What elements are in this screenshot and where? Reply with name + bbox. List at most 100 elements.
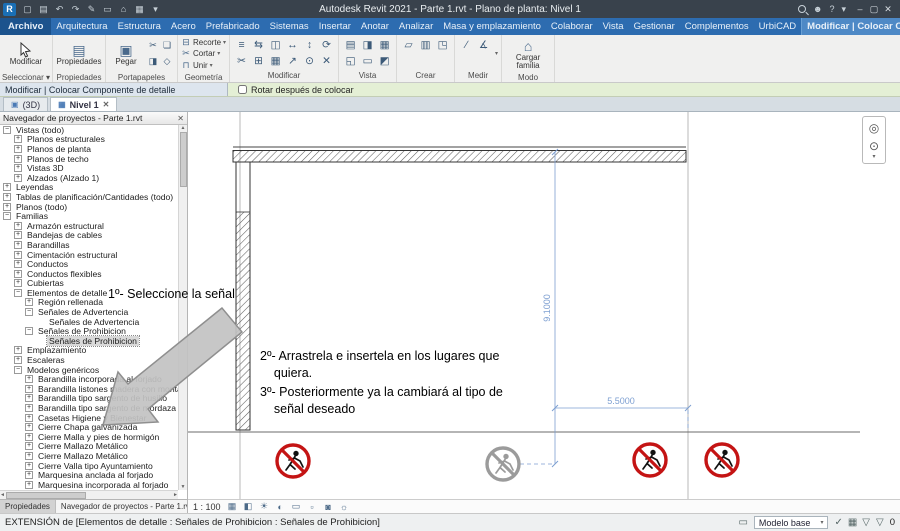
crear-tool-2[interactable]: ▥ (417, 37, 434, 53)
qat-icon-1[interactable]: ▢ (20, 2, 35, 16)
prohibition-sign-4-red[interactable] (706, 444, 738, 476)
filter-icon[interactable]: ▽ (876, 517, 884, 528)
ribbon-tab-estructura[interactable]: Estructura (113, 18, 166, 35)
panel-label-propiedades[interactable]: Propiedades (53, 73, 105, 83)
minimize-button[interactable]: – (853, 4, 867, 15)
tree-expand-plus-icon[interactable]: + (14, 270, 22, 278)
tree-item-planos-estructurales[interactable]: +Planos estructurales (0, 135, 178, 145)
scroll-right-icon[interactable]: ► (173, 492, 178, 498)
tree-expand-plus-icon[interactable]: + (14, 231, 22, 239)
tree-expand-plus-icon[interactable]: + (14, 174, 22, 182)
browser-horizontal-scrollbar[interactable]: ◄ ► (0, 490, 178, 499)
scroll-left-icon[interactable]: ◄ (0, 492, 5, 498)
zoom-dropdown-icon[interactable]: ▾ (872, 155, 875, 161)
view-tab-3d[interactable]: ▣(3D) (3, 97, 48, 111)
status-icon-3[interactable]: ▽ (862, 517, 870, 528)
tree-item-cierre-malla-y-pies-de-hormig-n[interactable]: +Cierre Malla y pies de hormigón (0, 432, 178, 442)
modify-tool-12[interactable]: ✕ (318, 53, 335, 69)
tree-expand-minus-icon[interactable]: − (3, 126, 11, 134)
tree-item-cierre-mallazo-met-lico[interactable]: +Cierre Mallazo Metálico (0, 451, 178, 461)
close-icon[interactable]: ✕ (103, 100, 110, 109)
modify-tool-4[interactable]: ↔ (284, 37, 301, 53)
tree-expand-plus-icon[interactable]: + (25, 481, 33, 489)
tree-expand-plus-icon[interactable]: + (25, 423, 33, 431)
steering-wheel-icon[interactable]: ◎ (864, 119, 884, 137)
qat-icon-6[interactable]: ▭ (100, 2, 115, 16)
panel-label-medir[interactable]: Medir (455, 71, 501, 82)
tree-expand-plus-icon[interactable]: + (14, 279, 22, 287)
ribbon-tab-arquitectura[interactable]: Arquitectura (51, 18, 112, 35)
tree-item-familias[interactable]: −Familias (0, 211, 178, 221)
tree-item-emplazamiento[interactable]: +Emplazamiento (0, 346, 178, 356)
tree-item-armaz-n-estructural[interactable]: +Armazón estructural (0, 221, 178, 231)
tree-expand-minus-icon[interactable]: − (25, 327, 33, 335)
ribbon-tab-masa-y-emplazamiento[interactable]: Masa y emplazamiento (438, 18, 546, 35)
qat-icon-9[interactable]: ▾ (148, 2, 163, 16)
tree-item-marquesina-incorporada-al-forjado[interactable]: +Marquesina incorporada al forjado (0, 480, 178, 490)
qat-icon-8[interactable]: ▦ (132, 2, 147, 16)
tree-item-cimentaci-n-estructural[interactable]: +Cimentación estructural (0, 250, 178, 260)
modify-tool-7[interactable]: ✂ (233, 53, 250, 69)
ribbon-tab-complementos[interactable]: Complementos (680, 18, 754, 35)
tree-item-barandilla-tipo-sargento-de-mordaza[interactable]: +Barandilla tipo sargento de mordaza (0, 403, 178, 413)
tree-item-barandilla-incorporada-al-forjado[interactable]: +Barandilla incorporada al forjado (0, 374, 178, 384)
tree-expand-plus-icon[interactable]: + (25, 385, 33, 393)
qat-icon-7[interactable]: ⌂ (116, 2, 131, 16)
modify-tool-9[interactable]: ▦ (267, 53, 284, 69)
modify-tool-8[interactable]: ⊞ (250, 53, 267, 69)
panel-label-modo[interactable]: Modo (502, 73, 554, 83)
tree-expand-plus-icon[interactable]: + (25, 298, 33, 306)
ribbon-tab-archivo[interactable]: Archivo (0, 18, 51, 35)
tree-item-marquesina-anclada-al-forjado[interactable]: +Marquesina anclada al forjado (0, 470, 178, 480)
panel-label-portapapeles[interactable]: Portapapeles (106, 73, 177, 83)
tree-expand-plus-icon[interactable]: + (14, 222, 22, 230)
search-icon[interactable] (798, 5, 806, 13)
tree-item-planos-de-techo[interactable]: +Planos de techo (0, 154, 178, 164)
viewbar-tool-8[interactable]: ☼ (338, 501, 351, 513)
medir-tool-1[interactable]: ∕ (458, 37, 475, 53)
tree-expand-plus-icon[interactable]: + (25, 414, 33, 422)
vista-tool-4[interactable]: ◱ (342, 53, 359, 69)
ribbon-tab-vista[interactable]: Vista (598, 18, 629, 35)
tree-item-barandilla-listones-madera-con-montantes-inc[interactable]: +Barandilla listones madera con montante… (0, 384, 178, 394)
modify-tool-2[interactable]: ⇆ (250, 37, 267, 53)
load-family-button[interactable]: ⌂ Cargar familia (505, 37, 551, 71)
tree-expand-minus-icon[interactable]: − (14, 289, 22, 297)
measure-dropdown-icon[interactable]: ▾ (495, 50, 498, 57)
viewbar-tool-1[interactable]: ▦ (226, 501, 239, 513)
ribbon-tab-acero[interactable]: Acero (166, 18, 201, 35)
project-browser-header[interactable]: Navegador de proyectos - Parte 1.rvt ✕ (0, 112, 187, 125)
properties-button[interactable]: ▤ Propiedades (56, 37, 102, 71)
help-icon[interactable]: ? (829, 4, 834, 14)
modify-button[interactable]: Modificar (3, 37, 49, 71)
wall-top[interactable] (233, 147, 686, 162)
tree-item-se-ales-de-prohibicion[interactable]: −Señales de Prohibicion (0, 326, 178, 336)
ribbon-tab-insertar[interactable]: Insertar (314, 18, 356, 35)
tree-item-barandilla-tipo-sargento-de-husillo[interactable]: +Barandilla tipo sargento de husillo (0, 394, 178, 404)
tree-item-bandejas-de-cables[interactable]: +Bandejas de cables (0, 231, 178, 241)
tree-item-vistas-todo[interactable]: −Vistas (todo) (0, 125, 178, 135)
qat-icon-2[interactable]: ▤ (36, 2, 51, 16)
geometry-recorte[interactable]: ⊟Recorte▾ (181, 37, 226, 48)
tree-expand-plus-icon[interactable]: + (25, 471, 33, 479)
vista-tool-3[interactable]: ▦ (376, 37, 393, 53)
clipboard-tool-3[interactable]: ◨ (146, 53, 160, 69)
qat-icon-5[interactable]: ✎ (84, 2, 99, 16)
dim-horizontal-value[interactable]: 5.5000 (607, 396, 635, 406)
panel-label-geometria[interactable]: Geometría (178, 73, 229, 83)
tree-expand-plus-icon[interactable]: + (14, 260, 22, 268)
tree-item-planos-todo[interactable]: +Planos (todo) (0, 202, 178, 212)
tree-expand-plus-icon[interactable]: + (14, 251, 22, 259)
modify-tool-6[interactable]: ⟳ (318, 37, 335, 53)
geometry-unir[interactable]: ⊓Unir▾ (181, 60, 213, 71)
tree-item-se-ales-de-advertencia[interactable]: −Señales de Advertencia (0, 307, 178, 317)
ribbon-tab-anotar[interactable]: Anotar (356, 18, 394, 35)
tree-expand-plus-icon[interactable]: + (14, 356, 22, 364)
tree-expand-plus-icon[interactable]: + (25, 404, 33, 412)
tree-expand-plus-icon[interactable]: + (25, 452, 33, 460)
maximize-button[interactable]: ▢ (867, 4, 881, 15)
tree-expand-plus-icon[interactable]: + (25, 394, 33, 402)
ribbon-tab-sistemas[interactable]: Sistemas (265, 18, 314, 35)
dim-vertical-value[interactable]: 9.1000 (542, 294, 552, 322)
prohibition-sign-3-red[interactable] (634, 444, 666, 476)
